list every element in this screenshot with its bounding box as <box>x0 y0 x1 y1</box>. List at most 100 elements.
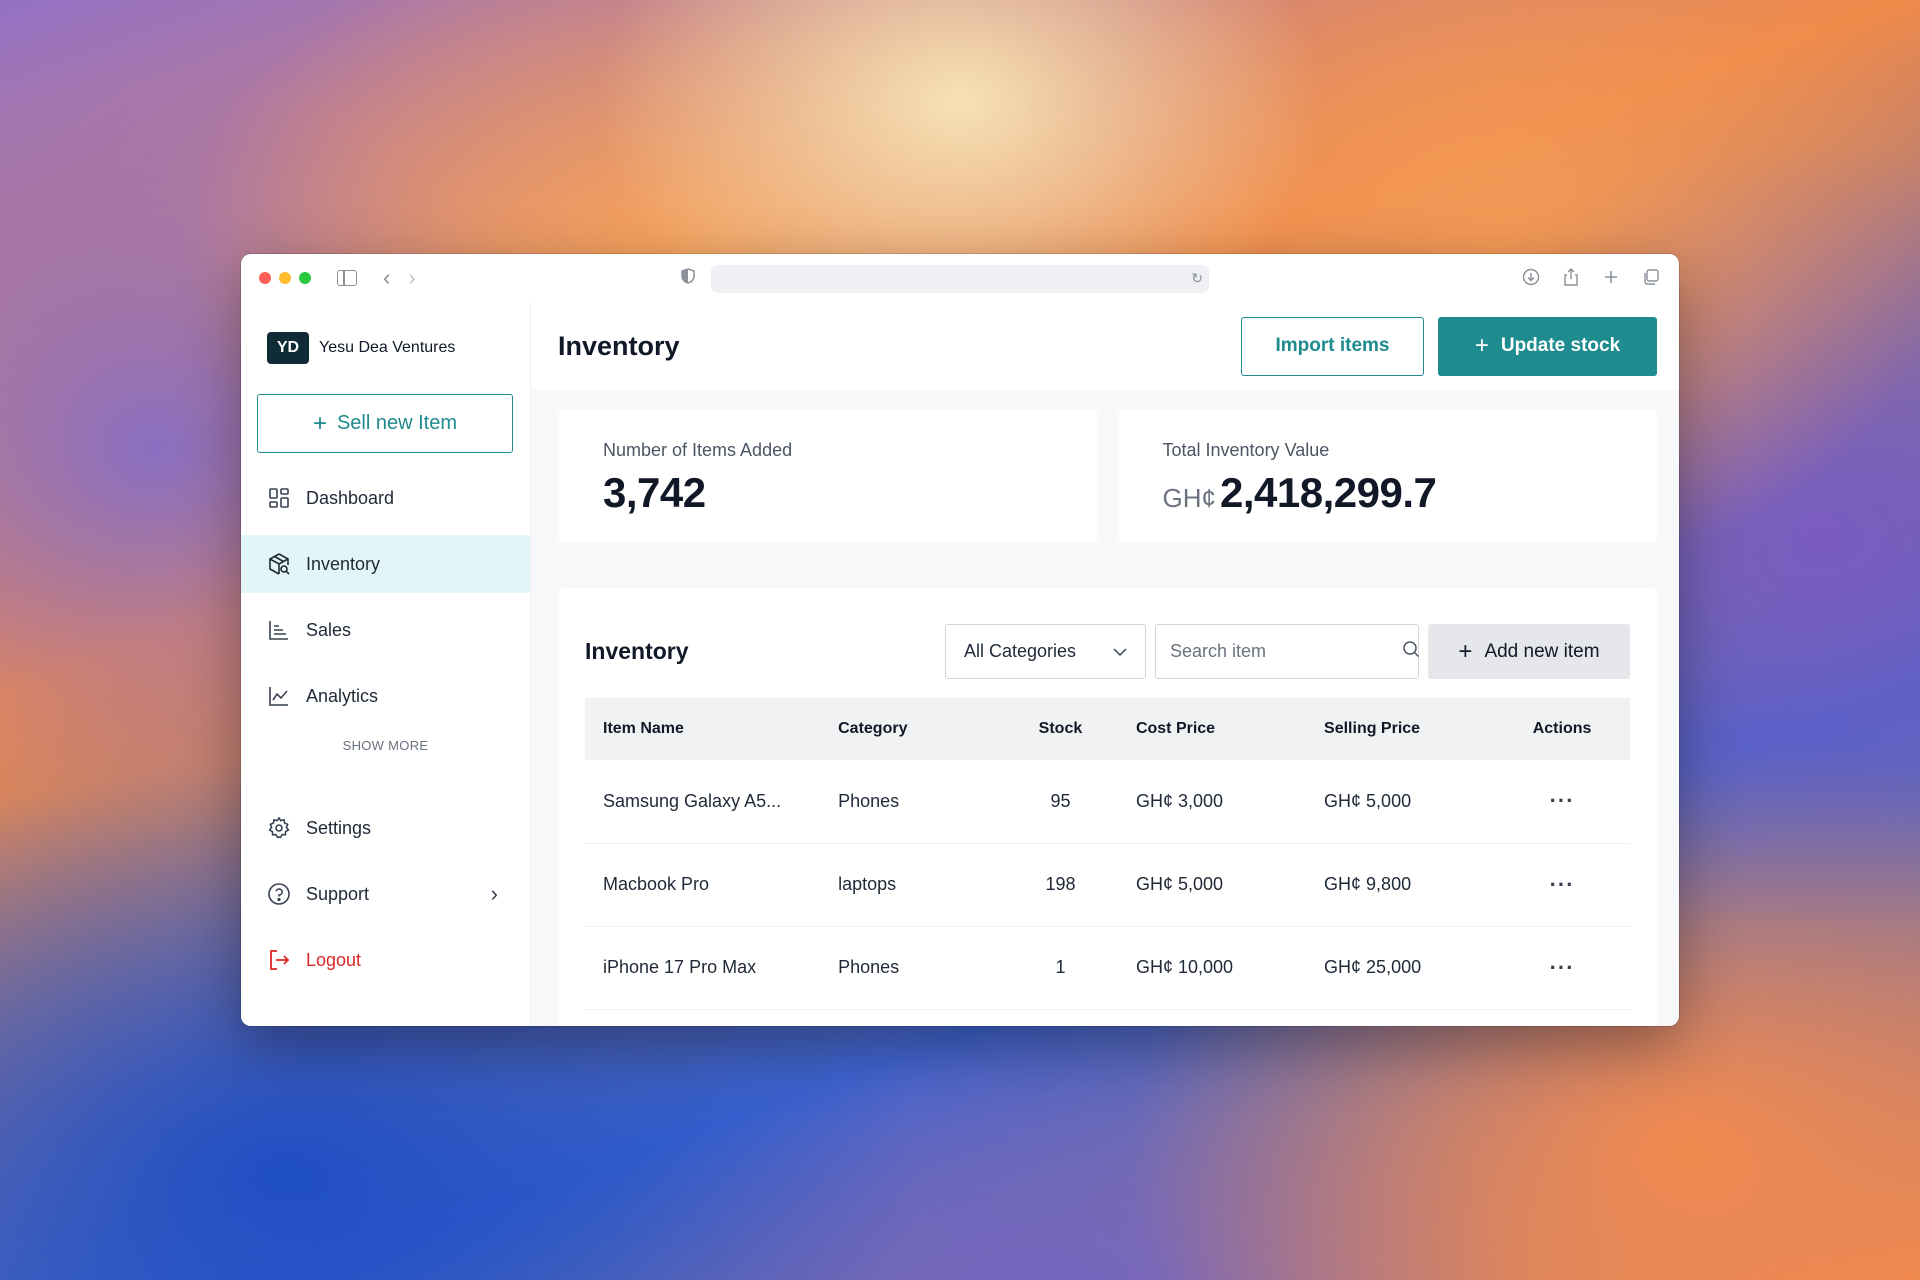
column-header-stock[interactable]: Stock <box>1003 698 1118 760</box>
add-new-item-button[interactable]: + Add new item <box>1428 624 1630 679</box>
stat-value: GH¢2,418,299.7 <box>1163 469 1658 517</box>
chevron-down-icon <box>1113 641 1127 662</box>
window-controls <box>259 272 311 284</box>
sidebar-item-dashboard[interactable]: Dashboard <box>241 469 530 527</box>
main-content: Inventory Import items + Update stock Nu… <box>531 302 1679 1026</box>
sell-new-item-button[interactable]: + Sell new Item <box>257 394 513 453</box>
column-header-actions: Actions <box>1532 720 1592 737</box>
sidebar-nav: Dashboard Inventory Sales Analytics SHOW… <box>241 469 530 989</box>
cost-price-cell: GH¢ 5,000 <box>1117 843 1307 927</box>
plus-icon: + <box>1458 637 1473 665</box>
maximize-window-button[interactable] <box>299 272 311 284</box>
search-input[interactable] <box>1170 641 1402 662</box>
tab-overview-icon[interactable] <box>1641 266 1661 288</box>
actions-cell: ··· <box>1494 760 1630 844</box>
sidebar: YD Yesu Dea Ventures + Sell new Item Das… <box>241 302 531 1026</box>
update-stock-button[interactable]: + Update stock <box>1438 316 1657 376</box>
forward-icon[interactable]: › <box>408 265 415 291</box>
plus-icon: + <box>312 409 327 437</box>
sidebar-item-label: Inventory <box>306 553 381 574</box>
sidebar-item-label: Analytics <box>306 685 379 706</box>
dashboard-icon <box>267 486 291 510</box>
category-select[interactable]: All Categories <box>945 624 1146 679</box>
search-icon[interactable] <box>1402 640 1420 663</box>
sidebar-item-label: Sales <box>306 619 352 640</box>
more-actions-icon[interactable]: ··· <box>1550 788 1575 813</box>
sidebar-item-label: Support <box>306 883 370 904</box>
reload-icon[interactable]: ↻ <box>1191 270 1203 287</box>
page-title: Inventory <box>558 330 680 361</box>
category-select-value: All Categories <box>964 641 1077 661</box>
gear-icon <box>267 816 291 840</box>
column-header-item-name[interactable]: Item Name <box>585 698 820 760</box>
item-name-cell: iPhone 17 Pro Max <box>585 926 821 1010</box>
table-row[interactable]: Macbook Pro laptops 198 GH¢ 5,000 GH¢ 9,… <box>585 843 1630 927</box>
sidebar-item-logout[interactable]: Logout <box>241 931 530 989</box>
column-header-category[interactable]: Category <box>820 698 1003 760</box>
category-cell: laptops <box>820 843 1003 927</box>
category-cell: Phones <box>820 926 1003 1010</box>
stock-cell: 95 <box>1003 760 1118 844</box>
stock-cell: 1 <box>1003 926 1118 1010</box>
actions-cell: ··· <box>1494 843 1630 927</box>
column-header-selling-price[interactable]: Selling Price <box>1306 698 1494 760</box>
help-icon <box>267 882 291 906</box>
inventory-table: Item Name Category Stock Cost Price Sell… <box>585 698 1630 1010</box>
browser-window: ‹ › ↻ YD Yesu Dea Ventures + Sell new It… <box>241 254 1679 1026</box>
browser-toolbar: ‹ › ↻ <box>241 254 1679 302</box>
sidebar-item-inventory[interactable]: Inventory <box>241 535 530 593</box>
sidebar-item-analytics[interactable]: Analytics <box>241 667 530 725</box>
sidebar-item-label: Logout <box>306 949 362 970</box>
add-new-item-label: Add new item <box>1484 640 1600 662</box>
more-actions-icon[interactable]: ··· <box>1550 955 1575 980</box>
page-header: Inventory Import items + Update stock <box>531 302 1679 390</box>
download-icon[interactable] <box>1521 266 1541 288</box>
inventory-icon <box>267 552 291 576</box>
plus-icon: + <box>1474 332 1489 359</box>
table-row[interactable]: Samsung Galaxy A5... Phones 95 GH¢ 3,000… <box>585 760 1630 844</box>
table-row[interactable]: iPhone 17 Pro Max Phones 1 GH¢ 10,000 GH… <box>585 926 1630 1010</box>
stats-row: Number of Items Added 3,742 Total Invent… <box>531 390 1679 542</box>
minimize-window-button[interactable] <box>279 272 291 284</box>
more-actions-icon[interactable]: ··· <box>1550 872 1575 897</box>
stock-cell: 198 <box>1003 843 1118 927</box>
sidebar-item-label: Settings <box>306 817 372 838</box>
import-items-button[interactable]: Import items <box>1241 316 1424 376</box>
inventory-value-card: Total Inventory Value GH¢2,418,299.7 <box>1117 410 1658 542</box>
selling-price-cell: GH¢ 5,000 <box>1306 760 1495 844</box>
analytics-icon <box>267 684 291 708</box>
table-header-row: Item Name Category Stock Cost Price Sell… <box>585 698 1630 760</box>
back-icon[interactable]: ‹ <box>383 265 390 291</box>
update-stock-label: Update stock <box>1500 335 1621 356</box>
privacy-shield-icon[interactable] <box>681 268 695 284</box>
items-added-card: Number of Items Added 3,742 <box>558 410 1098 542</box>
currency-symbol: GH¢ <box>1162 483 1216 513</box>
stat-value: 3,742 <box>603 469 706 516</box>
sidebar-item-settings[interactable]: Settings <box>241 799 530 857</box>
item-name-cell: Samsung Galaxy A5... <box>585 760 821 844</box>
stat-label: Total Inventory Value <box>1162 440 1330 460</box>
brand-name: Yesu Dea Ventures <box>319 339 456 356</box>
sidebar-item-label: Dashboard <box>306 487 395 508</box>
search-box <box>1155 624 1420 679</box>
stat-label: Number of Items Added <box>603 440 793 460</box>
brand: YD Yesu Dea Ventures <box>241 302 530 364</box>
sidebar-item-support[interactable]: Support › <box>241 865 530 923</box>
sidebar-toggle-icon[interactable] <box>337 270 357 286</box>
cost-price-cell: GH¢ 10,000 <box>1117 926 1307 1010</box>
stat-amount: 2,418,299.7 <box>1219 469 1437 516</box>
sidebar-item-sales[interactable]: Sales <box>241 601 530 659</box>
chevron-right-icon: › <box>490 881 498 906</box>
brand-badge: YD <box>267 332 309 364</box>
sell-new-item-label: Sell new Item <box>336 412 458 434</box>
address-bar[interactable]: ↻ <box>711 265 1209 293</box>
item-name-cell: Macbook Pro <box>585 843 821 927</box>
share-icon[interactable] <box>1561 266 1581 288</box>
column-header-cost-price[interactable]: Cost Price <box>1118 698 1306 760</box>
close-window-button[interactable] <box>259 272 271 284</box>
selling-price-cell: GH¢ 9,800 <box>1306 843 1495 927</box>
inventory-table-card: Inventory All Categories Search item + A… <box>558 588 1657 1026</box>
show-more-link[interactable]: SHOW MORE <box>241 733 530 765</box>
new-tab-icon[interactable] <box>1601 266 1621 288</box>
cost-price-cell: GH¢ 3,000 <box>1117 760 1307 844</box>
